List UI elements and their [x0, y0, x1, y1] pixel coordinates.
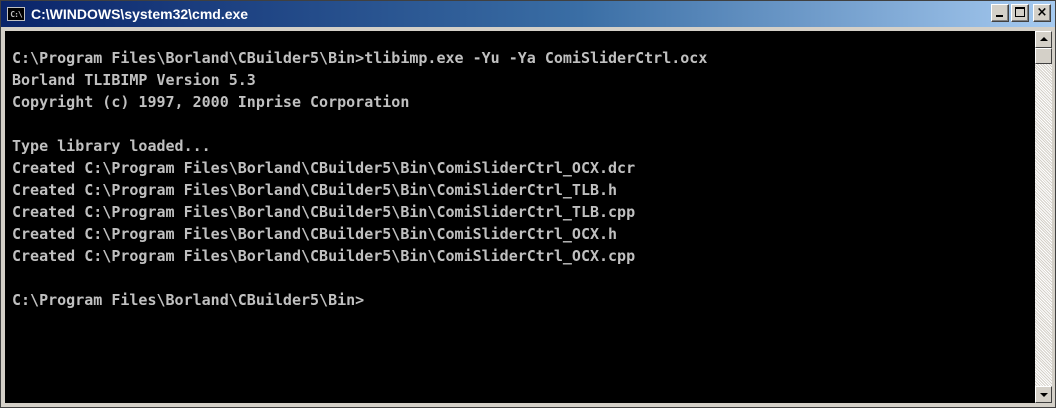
console-line: Created C:\Program Files\Borland\CBuilde…	[12, 181, 618, 199]
window-controls: ×	[991, 4, 1051, 22]
cmd-app-icon[interactable]: C:\	[7, 7, 25, 21]
minimize-icon	[996, 15, 1003, 17]
console-line: Created C:\Program Files\Borland\CBuilde…	[12, 159, 636, 177]
minimize-button[interactable]	[991, 4, 1009, 22]
scroll-down-button[interactable]	[1035, 386, 1052, 403]
maximize-button[interactable]	[1011, 4, 1029, 22]
console-output[interactable]: C:\Program Files\Borland\CBuilder5\Bin>t…	[5, 31, 1035, 403]
scroll-up-button[interactable]	[1035, 31, 1052, 48]
title-bar[interactable]: C:\ C:\WINDOWS\system32\cmd.exe ×	[1, 1, 1055, 27]
window-title: C:\WINDOWS\system32\cmd.exe	[31, 6, 249, 22]
console-line: Created C:\Program Files\Borland\CBuilde…	[12, 203, 636, 221]
console-line: Borland TLIBIMP Version 5.3	[12, 71, 256, 89]
vertical-scrollbar[interactable]	[1035, 31, 1052, 403]
console-line: Created C:\Program Files\Borland\CBuilde…	[12, 225, 618, 243]
console-line: C:\Program Files\Borland\CBuilder5\Bin>t…	[12, 49, 708, 67]
close-button[interactable]: ×	[1033, 4, 1051, 22]
console-prompt-line: C:\Program Files\Borland\CBuilder5\Bin>	[12, 291, 365, 309]
maximize-icon	[1015, 7, 1025, 17]
scrollbar-thumb[interactable]	[1035, 48, 1052, 64]
arrow-down-icon	[1040, 393, 1048, 397]
cmd-window: C:\ C:\WINDOWS\system32\cmd.exe × C:\Pro…	[0, 0, 1056, 408]
console-line: Copyright (c) 1997, 2000 Inprise Corpora…	[12, 93, 410, 111]
console-line: Created C:\Program Files\Borland\CBuilde…	[12, 247, 636, 265]
close-icon: ×	[1036, 5, 1048, 20]
arrow-up-icon	[1040, 37, 1048, 41]
console-line: Type library loaded...	[12, 137, 211, 155]
